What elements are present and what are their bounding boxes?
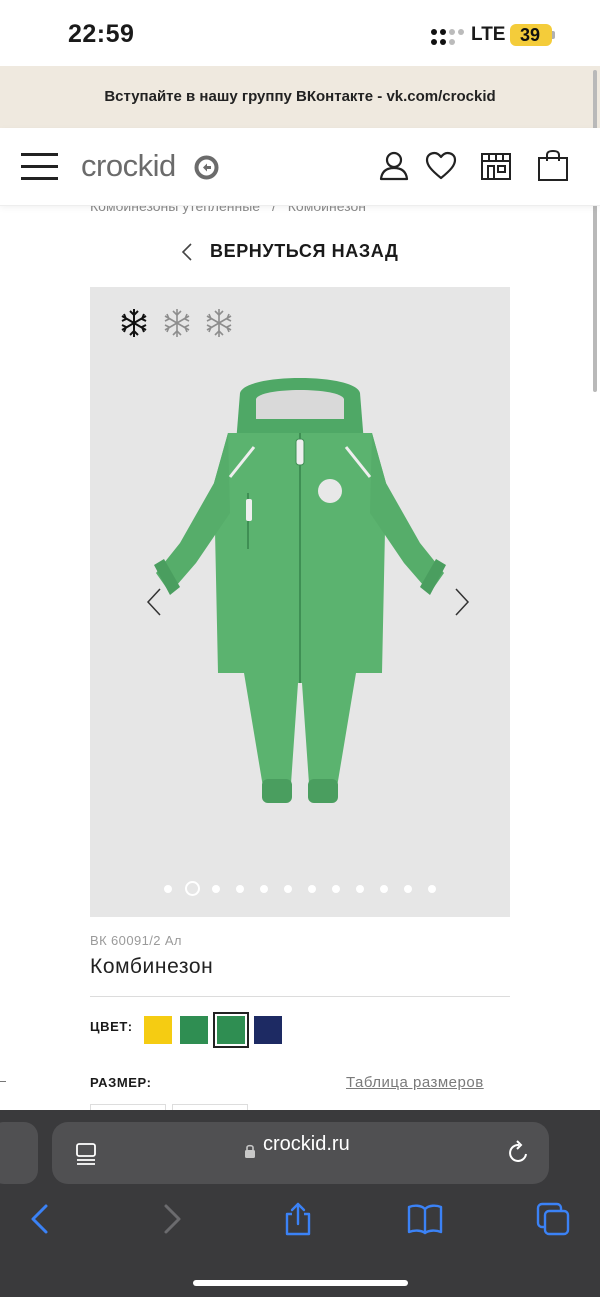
back-icon[interactable] — [22, 1200, 60, 1238]
size-table-link[interactable]: Таблица размеров — [346, 1074, 484, 1091]
snowflake-icon — [121, 309, 147, 337]
gallery-dot[interactable] — [164, 885, 172, 893]
snowflake-icon — [164, 309, 190, 337]
status-time: 22:59 — [68, 20, 135, 48]
battery-cap — [552, 31, 555, 39]
color-swatch-green-selected[interactable] — [213, 1012, 249, 1048]
color-swatch-yellow[interactable] — [144, 1016, 172, 1044]
product-name: Комбинезон — [90, 955, 214, 978]
gallery-dot[interactable] — [260, 885, 268, 893]
logo-mark-icon — [194, 155, 219, 180]
chevron-left-icon — [181, 243, 192, 261]
network-label: LTE — [471, 24, 506, 45]
tabs-icon[interactable] — [534, 1200, 572, 1238]
color-label: ЦВЕТ: — [90, 1019, 133, 1034]
gallery-next-arrow[interactable] — [452, 587, 472, 617]
battery-icon: 39 — [510, 24, 552, 46]
url-text[interactable]: crockid.ru — [263, 1133, 350, 1156]
tabs-overview-icon[interactable] — [73, 1141, 99, 1167]
promo-text: Вступайте в нашу группу ВКонтакте - vk.c… — [104, 88, 496, 105]
product-sku: ВК 60091/2 Ал — [90, 933, 182, 948]
gallery-dot[interactable] — [212, 885, 220, 893]
signal-icon — [431, 27, 464, 47]
gallery-dot[interactable] — [428, 885, 436, 893]
gallery-dot[interactable] — [404, 885, 412, 893]
snowflake-icon — [206, 309, 232, 337]
color-swatch-navy[interactable] — [254, 1016, 282, 1044]
forward-icon — [164, 1204, 181, 1234]
color-swatch-green[interactable] — [180, 1016, 208, 1044]
bookmarks-icon[interactable] — [406, 1200, 444, 1238]
menu-icon[interactable] — [21, 151, 58, 181]
logo-text[interactable]: crockid — [81, 148, 176, 184]
bag-icon[interactable] — [535, 148, 571, 184]
gallery-dot[interactable] — [356, 885, 364, 893]
site-header: crockid — [0, 128, 600, 206]
scroll-indicator — [593, 70, 597, 392]
gallery-dot[interactable] — [332, 885, 340, 893]
back-label: ВЕРНУТЬСЯ НАЗАД — [210, 241, 399, 261]
gallery-dot[interactable] — [184, 881, 200, 896]
status-bar: 22:59 LTE 39 — [0, 0, 600, 66]
gallery-dot[interactable] — [308, 885, 316, 893]
gallery-dot[interactable] — [380, 885, 388, 893]
gallery-dot[interactable] — [236, 885, 244, 893]
size-label: РАЗМЕР: — [90, 1075, 152, 1090]
battery-level: 39 — [519, 25, 541, 45]
edge-marker — [0, 1081, 6, 1082]
back-link[interactable]: ВЕРНУТЬСЯ НАЗАД — [0, 238, 600, 266]
user-icon[interactable] — [376, 148, 412, 184]
lock-icon — [245, 1144, 255, 1158]
product-image — [154, 378, 446, 803]
store-icon[interactable] — [478, 148, 514, 184]
share-icon[interactable] — [279, 1200, 317, 1238]
gallery-dot[interactable] — [284, 885, 292, 893]
home-indicator — [193, 1280, 408, 1286]
heart-icon[interactable] — [423, 148, 459, 184]
reload-icon[interactable] — [506, 1140, 532, 1166]
gallery-pagination — [90, 881, 510, 897]
product-gallery[interactable] — [90, 287, 510, 917]
previous-tab-preview[interactable] — [0, 1122, 38, 1184]
divider — [90, 996, 510, 997]
gallery-prev-arrow[interactable] — [144, 587, 164, 617]
promo-banner[interactable]: Вступайте в нашу группу ВКонтакте - vk.c… — [0, 66, 600, 128]
